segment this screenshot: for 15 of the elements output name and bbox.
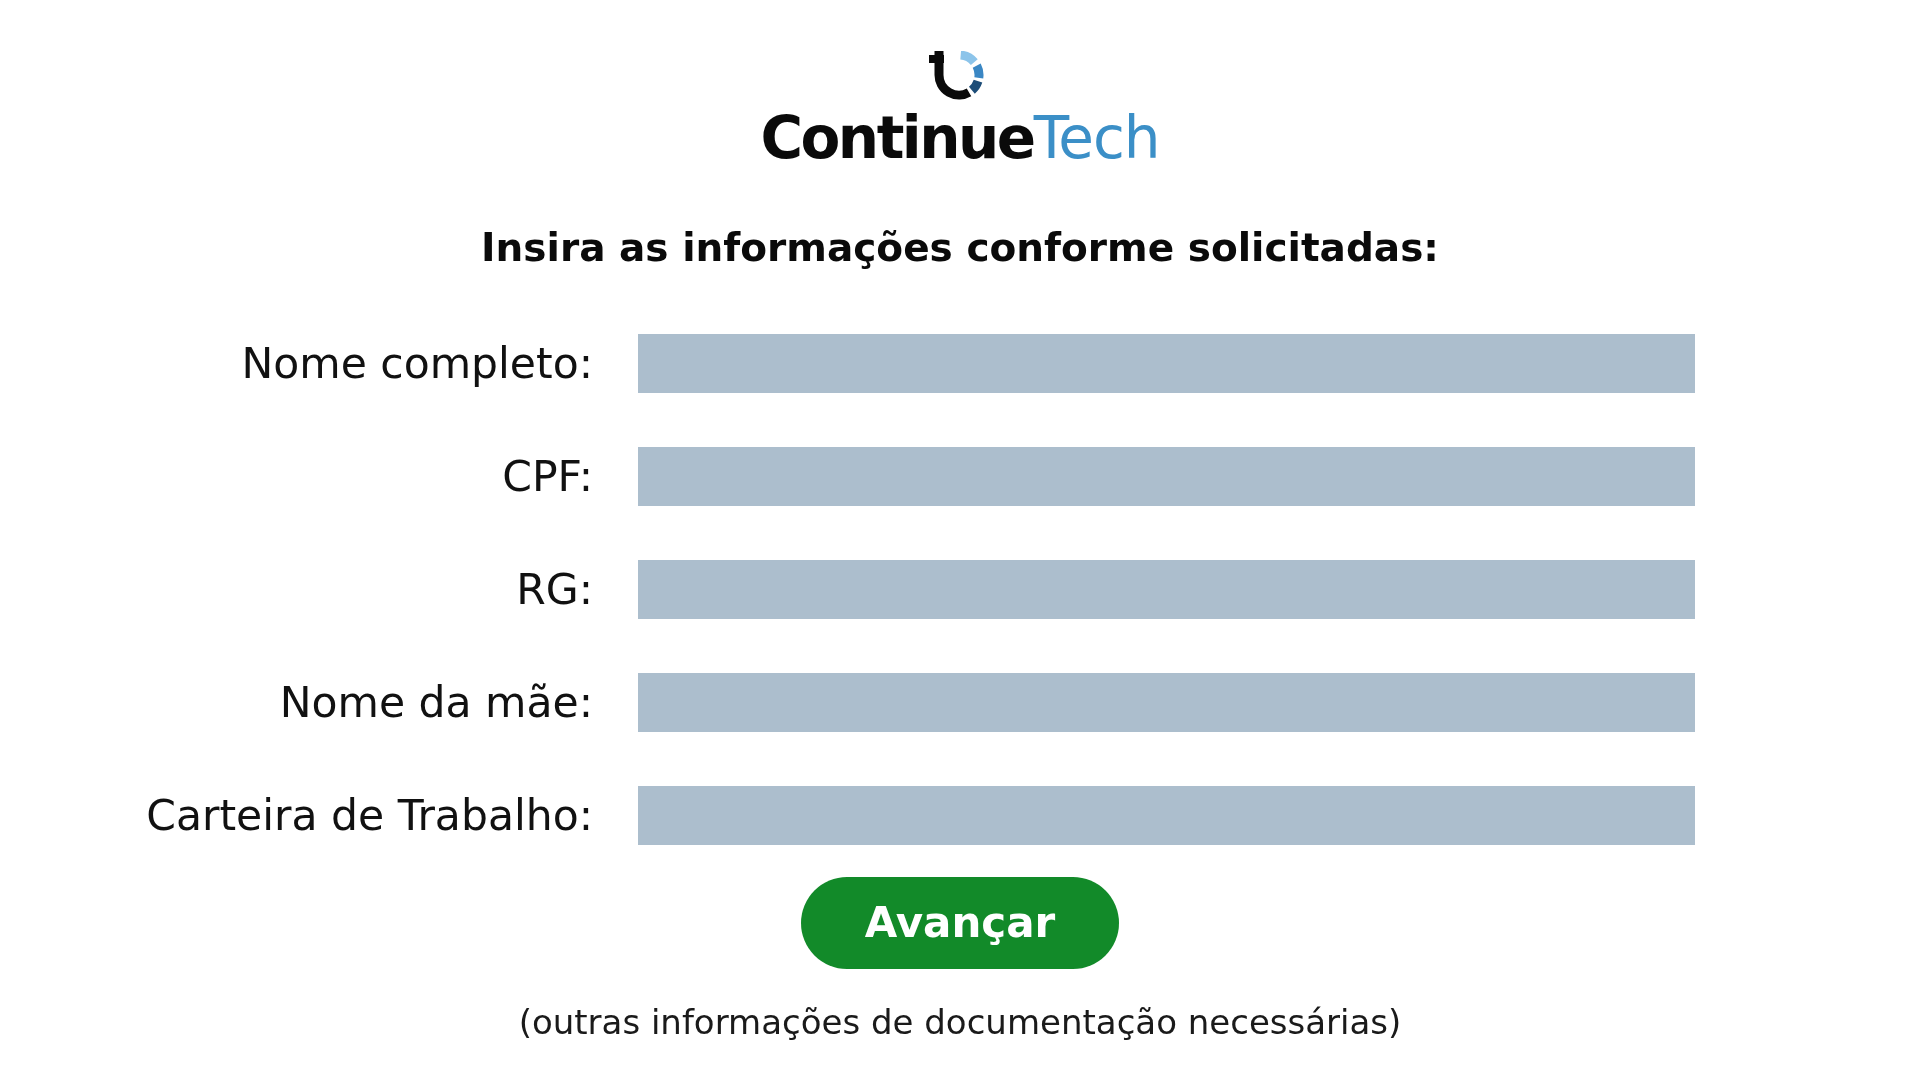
footnote-text: (outras informações de documentação necessárias) bbox=[518, 1001, 1402, 1043]
field-label: CPF: bbox=[502, 450, 593, 502]
field-label: Nome completo: bbox=[241, 337, 593, 389]
input-field[interactable] bbox=[638, 446, 1695, 506]
field-label: Carteira de Trabalho: bbox=[146, 789, 593, 841]
input-field[interactable] bbox=[638, 785, 1695, 845]
advance-button[interactable]: Avançar bbox=[801, 876, 1119, 969]
form-heading: Insira as informações conforme solicitadas: bbox=[481, 225, 1439, 272]
logo-wordmark: ContinueTech bbox=[760, 109, 1160, 167]
field-label: RG: bbox=[516, 563, 593, 615]
input-field[interactable] bbox=[638, 333, 1695, 393]
input-field[interactable] bbox=[638, 672, 1695, 732]
input-field[interactable] bbox=[638, 559, 1695, 619]
field-label: Nome da mãe: bbox=[279, 676, 593, 728]
logo-icon bbox=[926, 51, 984, 101]
